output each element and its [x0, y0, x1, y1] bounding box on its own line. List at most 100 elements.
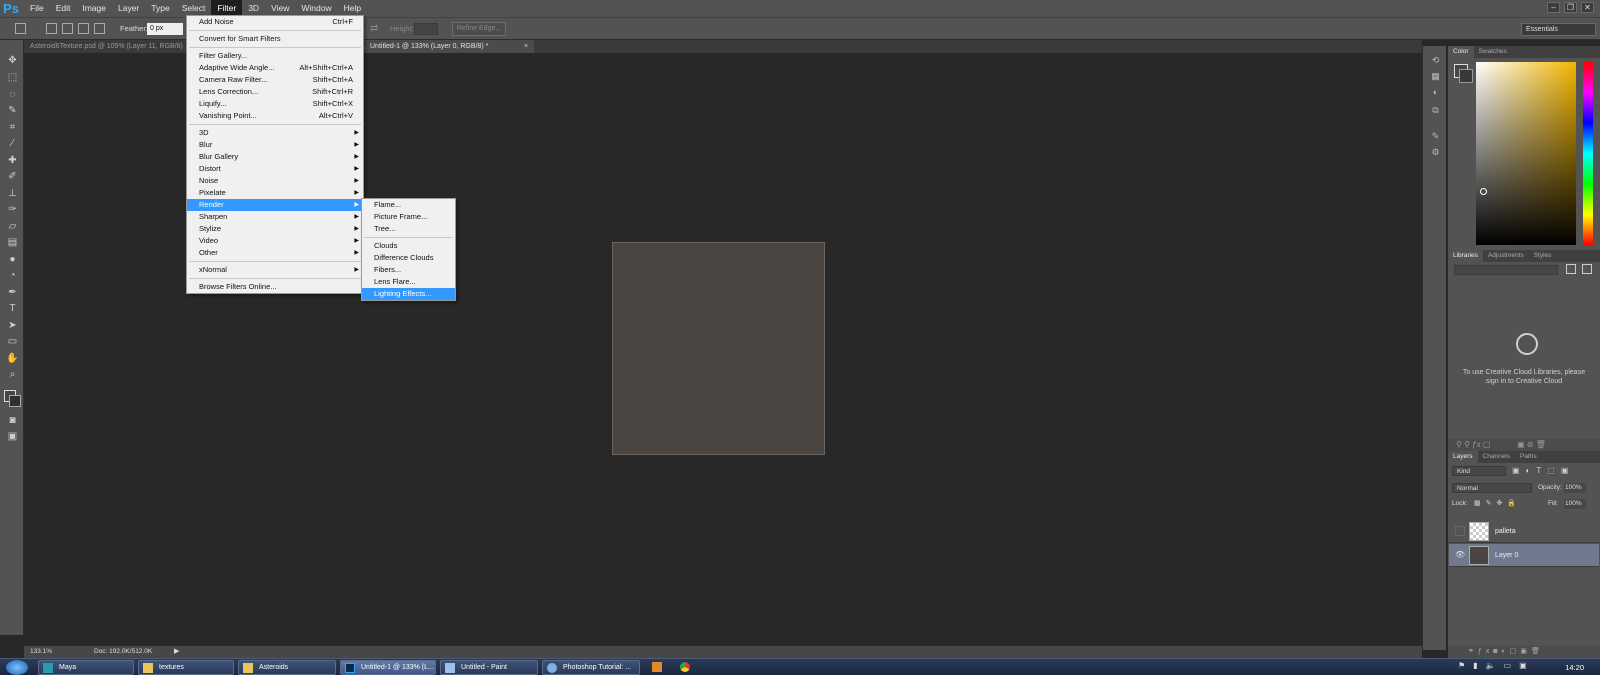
background-color-icon[interactable] — [9, 395, 21, 407]
restore-icon[interactable]: ❐ — [1564, 2, 1577, 13]
menu-item-noise[interactable]: Noise ▶ — [187, 175, 363, 187]
menu-item-pixelate[interactable]: Pixelate ▶ — [187, 187, 363, 199]
chrome-icon[interactable] — [680, 662, 690, 672]
taskbar-item-asteroids[interactable]: Asteroids — [238, 660, 336, 675]
marquee-tool-icon[interactable] — [15, 23, 26, 34]
opacity-input[interactable]: 100% — [1564, 483, 1586, 493]
dodge-icon[interactable]: ◔ — [6, 269, 19, 282]
tab-paths[interactable]: Paths — [1515, 451, 1542, 463]
media-player-icon[interactable] — [652, 662, 662, 672]
menu-item-fibers[interactable]: Fibers... — [362, 264, 455, 276]
menu-item-tree[interactable]: Tree... — [362, 223, 455, 235]
display-icon[interactable]: ▣ — [1519, 661, 1527, 670]
layer-filter-icons[interactable]: ▣◐T⬚▣ — [1512, 466, 1574, 475]
document-canvas[interactable] — [612, 242, 825, 455]
refine-edge-button[interactable]: Refine Edge... — [452, 22, 506, 36]
menu-item-vanishing-point[interactable]: Vanishing Point... Alt+Ctrl+V — [187, 110, 363, 122]
list-view-icon[interactable] — [1582, 264, 1592, 274]
tab-swatches[interactable]: Swatches — [1474, 46, 1512, 58]
tab-layers[interactable]: Layers — [1448, 451, 1478, 463]
library-select[interactable] — [1454, 265, 1558, 275]
zoom-icon[interactable]: ⌕ — [6, 368, 19, 381]
taskbar-item-maya[interactable]: Maya — [38, 660, 134, 675]
fill-input[interactable]: 100% — [1564, 499, 1586, 509]
battery-icon[interactable]: ▭ — [1504, 661, 1512, 670]
subtract-selection-icon[interactable] — [78, 23, 89, 34]
menu-item-other[interactable]: Other ▶ — [187, 247, 363, 259]
gradient-icon[interactable]: ▤ — [6, 236, 19, 249]
pen-icon[interactable]: ✒ — [6, 286, 19, 299]
adjust-icon[interactable]: ◐ — [1429, 86, 1442, 99]
menu-item-camera-raw[interactable]: Camera Raw Filter... Shift+Ctrl+A — [187, 74, 363, 86]
type-icon[interactable]: T — [6, 302, 19, 315]
tab-color[interactable]: Color — [1448, 46, 1474, 58]
menu-item-liquify[interactable]: Liquify... Shift+Ctrl+X — [187, 98, 363, 110]
blend-mode-select[interactable]: Normal — [1452, 483, 1532, 493]
menu-edit[interactable]: Edit — [50, 0, 77, 17]
menu-item-browse-filters[interactable]: Browse Filters Online... — [187, 281, 363, 293]
swap-icon[interactable]: ⇄ — [370, 23, 378, 34]
tab-untitled-1[interactable]: Untitled-1 @ 133% (Layer 0, RGB/8) * — [364, 40, 534, 53]
eye-icon[interactable]: 👁 — [1455, 550, 1465, 560]
taskbar-item-textures[interactable]: textures — [138, 660, 234, 675]
tab-styles[interactable]: Styles — [1529, 250, 1557, 262]
properties-icon[interactable]: ▦ — [1429, 70, 1442, 83]
feather-input[interactable]: 0 px — [147, 23, 183, 35]
add-selection-icon[interactable] — [62, 23, 73, 34]
menu-layer[interactable]: Layer — [112, 0, 145, 17]
shape-icon[interactable]: ▭ — [6, 335, 19, 348]
menu-item-filter-gallery[interactable]: Filter Gallery... — [187, 50, 363, 62]
menu-item-blur[interactable]: Blur ▶ — [187, 139, 363, 151]
layer-row[interactable]: 👁 Layer 0 — [1449, 544, 1599, 567]
history-icon[interactable]: ⟲ — [1429, 54, 1442, 67]
network-icon[interactable]: ▮ — [1473, 661, 1477, 670]
menu-item-lighting-effects[interactable]: Lighting Effects... — [362, 288, 455, 300]
path-select-icon[interactable]: ➤ — [6, 319, 19, 332]
taskbar-item-paint[interactable]: Untitled - Paint — [440, 660, 538, 675]
quick-mask-icon[interactable]: ◙ — [6, 414, 19, 427]
menu-item-stylize[interactable]: Stylize ▶ — [187, 223, 363, 235]
menu-item-blur-gallery[interactable]: Blur Gallery ▶ — [187, 151, 363, 163]
eyedropper-icon[interactable]: ⁄ — [6, 137, 19, 150]
menu-item-convert-smart[interactable]: Convert for Smart Filters — [187, 33, 363, 45]
eraser-icon[interactable]: ▱ — [6, 220, 19, 233]
clone-source-icon[interactable]: ⧉ — [1429, 104, 1442, 117]
menu-item-lens-correction[interactable]: Lens Correction... Shift+Ctrl+R — [187, 86, 363, 98]
menu-item-sharpen[interactable]: Sharpen ▶ — [187, 211, 363, 223]
layer-row[interactable]: palleta — [1449, 520, 1599, 543]
menu-item-xnormal[interactable]: xNormal ▶ — [187, 264, 363, 276]
flag-icon[interactable]: ⚑ — [1458, 661, 1465, 670]
tool-presets-icon[interactable]: ⚙ — [1429, 146, 1442, 159]
visibility-toggle-icon[interactable] — [1455, 526, 1465, 536]
menu-item-video[interactable]: Video ▶ — [187, 235, 363, 247]
height-input[interactable] — [414, 23, 438, 35]
taskbar-item-browser[interactable]: Photoshop Tutorial: ... — [542, 660, 640, 675]
menu-image[interactable]: Image — [76, 0, 112, 17]
background-swatch[interactable] — [1459, 69, 1473, 83]
menu-item-difference-clouds[interactable]: Difference Clouds — [362, 252, 455, 264]
color-picker-cursor[interactable] — [1480, 188, 1487, 195]
hand-icon[interactable]: ✋ — [6, 352, 19, 365]
menu-file[interactable]: File — [24, 0, 50, 17]
close-icon[interactable]: ✕ — [1581, 2, 1594, 13]
menu-item-lens-flare[interactable]: Lens Flare... — [362, 276, 455, 288]
tab-channels[interactable]: Channels — [1478, 451, 1515, 463]
lock-icons[interactable]: ▦✎✥🔒 — [1474, 499, 1521, 507]
menu-item-add-noise[interactable]: Add Noise Ctrl+F — [187, 16, 363, 28]
menu-item-3d[interactable]: 3D ▶ — [187, 127, 363, 139]
blur-icon[interactable]: ● — [6, 253, 19, 266]
grid-view-icon[interactable] — [1566, 264, 1576, 274]
brush-icon[interactable]: ✐ — [6, 170, 19, 183]
hue-slider[interactable] — [1583, 62, 1593, 245]
volume-icon[interactable]: 🔈 — [1486, 661, 1496, 670]
move-tool-icon[interactable]: ✥ — [6, 54, 19, 67]
history-brush-icon[interactable]: ✑ — [6, 203, 19, 216]
marquee-icon[interactable]: ⬚ — [6, 71, 19, 84]
tab-libraries[interactable]: Libraries — [1448, 250, 1483, 262]
taskbar-item-photoshop[interactable]: Untitled-1 @ 133% (L... — [340, 660, 436, 675]
stamp-icon[interactable]: ⊥ — [6, 187, 19, 200]
filter-kind-select[interactable]: Kind — [1452, 466, 1506, 476]
zoom-level[interactable]: 133.1% — [30, 646, 52, 658]
tab-adjustments[interactable]: Adjustments — [1483, 250, 1529, 262]
menu-item-distort[interactable]: Distort ▶ — [187, 163, 363, 175]
